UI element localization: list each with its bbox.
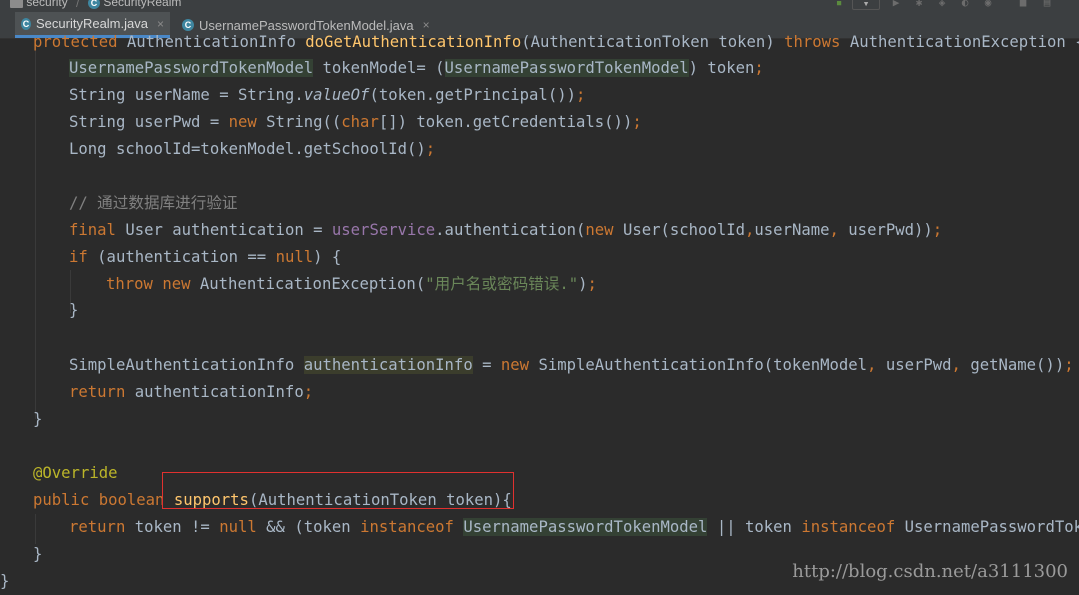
folder-icon: [10, 0, 23, 8]
breadcrumb-file[interactable]: C SecurityRealm: [88, 0, 181, 9]
code-line: return authenticationInfo;: [69, 383, 314, 401]
code-line-method-signature: protected AuthenticationInfo doGetAuthen…: [33, 33, 1079, 51]
breadcrumb-project[interactable]: security: [10, 0, 68, 9]
run-config-dropdown[interactable]: ▾: [852, 0, 880, 10]
code-annotation: @Override: [33, 464, 118, 482]
structure-icon[interactable]: ▤: [1040, 0, 1054, 9]
code-line: final User authentication = userService.…: [69, 221, 943, 239]
code-line: Long schoolId=tokenModel.getSchoolId();: [69, 140, 436, 158]
indent-guide: [35, 514, 36, 544]
profile-icon[interactable]: ◐: [958, 0, 972, 9]
code-editor[interactable]: protected AuthenticationInfo doGetAuthen…: [0, 33, 1079, 592]
watermark: http://blog.csdn.net/a3111300: [792, 561, 1068, 582]
code-line: throw new AuthenticationException("用户名或密…: [106, 275, 597, 293]
code-line: SimpleAuthenticationInfo authenticationI…: [69, 356, 1074, 374]
code-line: }: [69, 301, 79, 319]
code-line: String userPwd = new String((char[]) tok…: [69, 113, 642, 131]
code-line: String userName = String.valueOf(token.g…: [69, 86, 586, 104]
debug-icon[interactable]: ✱: [912, 0, 926, 9]
attach-icon[interactable]: ◉: [981, 0, 995, 9]
code-line: UsernamePasswordTokenModel tokenModel= (…: [69, 59, 764, 77]
coverage-icon[interactable]: ◈: [935, 0, 949, 9]
breadcrumb-separator: /: [76, 0, 80, 10]
highlight-box: [162, 472, 514, 509]
indent-guide: [35, 39, 36, 419]
code-line: }: [33, 410, 43, 428]
code-line: return token != null && (token instanceo…: [69, 518, 1079, 536]
code-comment: // 通过数据库进行验证: [69, 194, 238, 212]
run-icon[interactable]: ▶: [889, 0, 903, 9]
code-line: }: [33, 545, 43, 563]
build-icon[interactable]: ▪: [832, 0, 846, 9]
code-line: if (authentication == null) {: [69, 248, 342, 266]
navigation-bar: security / C SecurityRealm ▪ ▾ ▶ ✱ ◈ ◐ ◉…: [0, 0, 1079, 12]
stop-icon[interactable]: ■: [1016, 0, 1030, 9]
class-icon: C: [88, 0, 100, 9]
code-line: }: [0, 572, 10, 590]
class-icon: C: [21, 17, 31, 30]
